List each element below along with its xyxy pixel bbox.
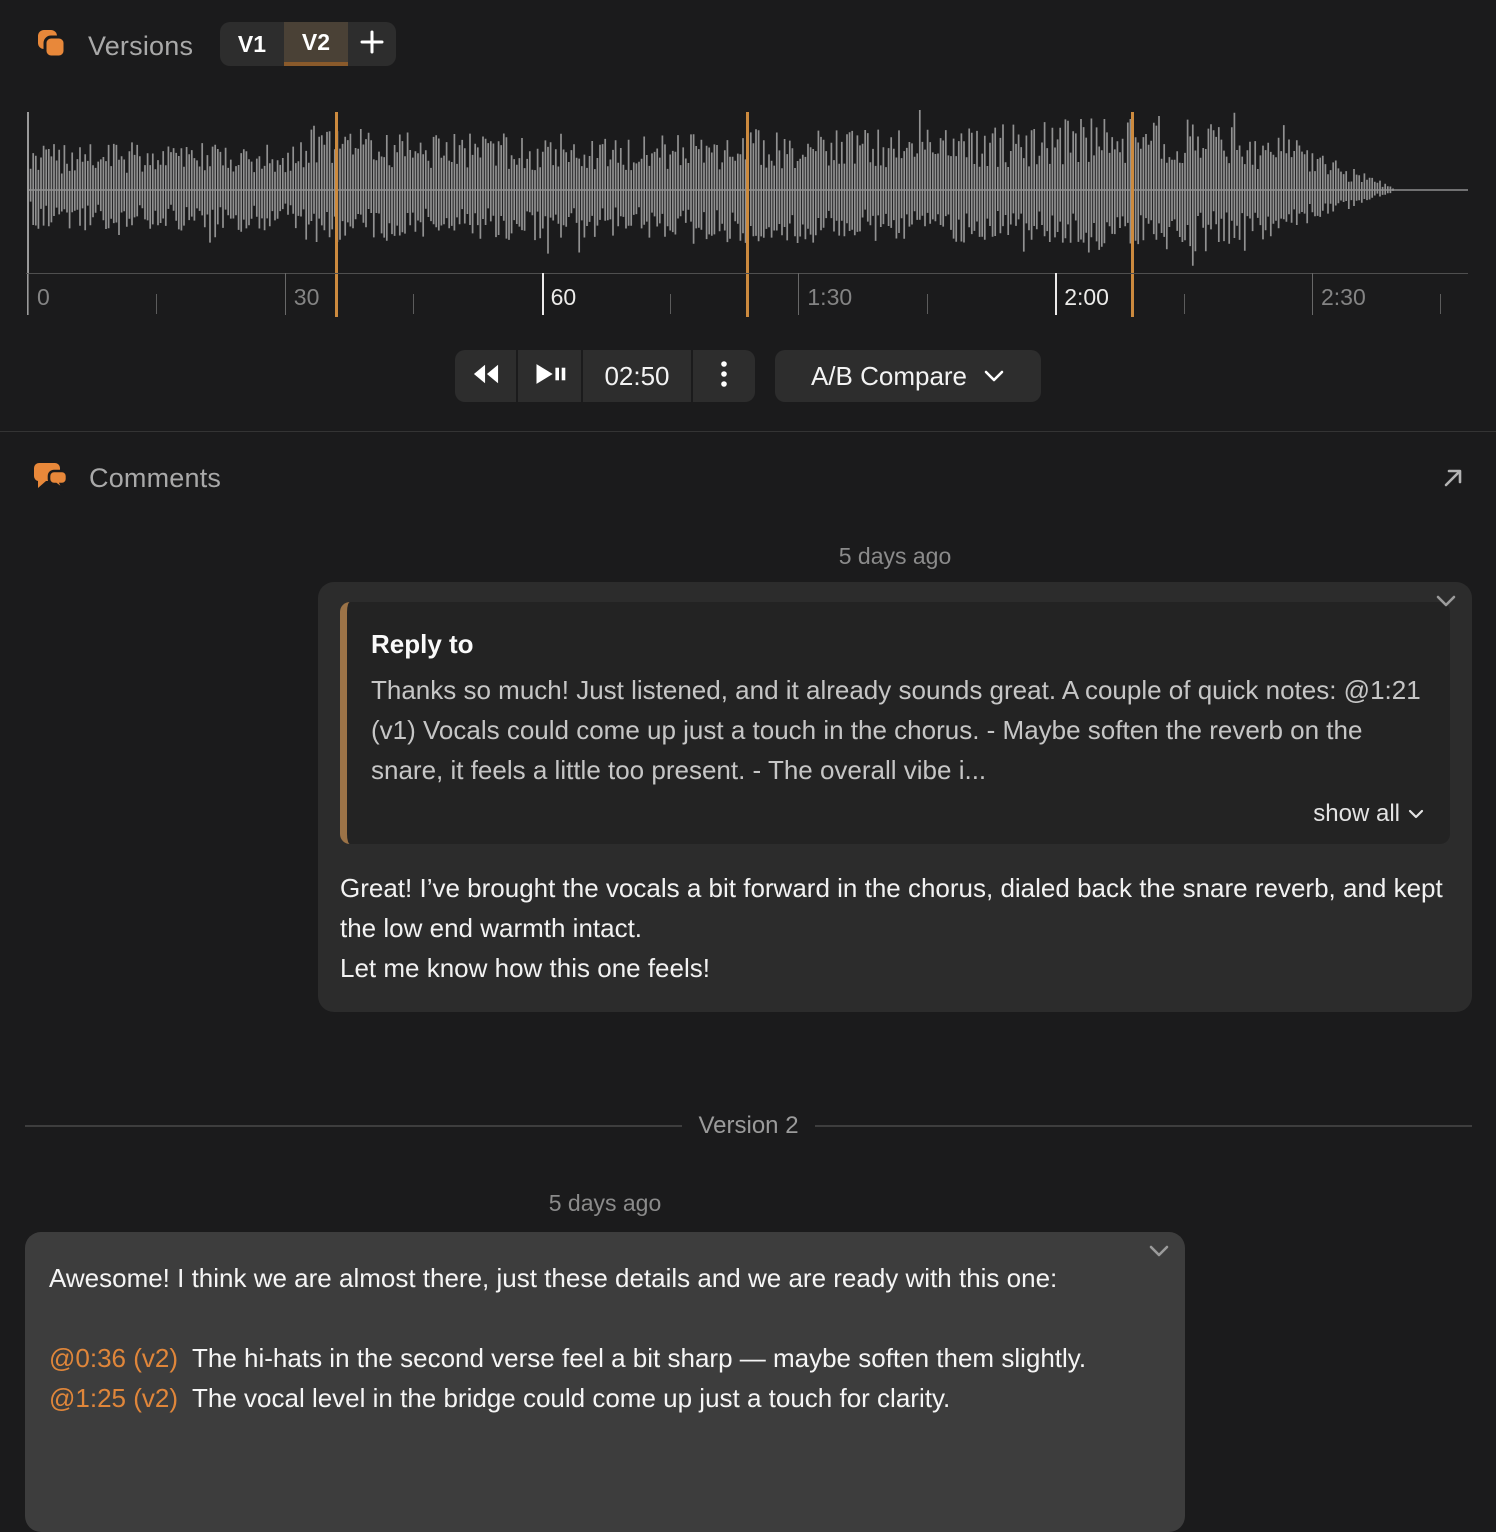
chevron-down-icon: [1147, 1244, 1171, 1260]
note-text: The hi-hats in the second verse feel a b…: [192, 1343, 1086, 1373]
ruler-tick-label: 60: [551, 284, 577, 311]
rewind-button[interactable]: [455, 350, 516, 402]
quoted-comment-text: Thanks so much! Just listened, and it al…: [371, 670, 1424, 790]
chevron-down-icon: [1434, 594, 1458, 610]
chevron-down-icon: [1408, 809, 1424, 820]
ruler-tick-label: 1:30: [807, 284, 852, 311]
ruler-tick: [285, 273, 286, 315]
add-version-button[interactable]: [348, 22, 396, 66]
ruler-tick-label: 0: [37, 284, 50, 311]
timestamp-link[interactable]: @0:36 (v2): [49, 1343, 178, 1373]
comment-intro: Awesome! I think we are almost there, ju…: [49, 1258, 1144, 1298]
version-switcher: V1 V2: [220, 22, 396, 66]
comments-header: Comments: [33, 458, 221, 499]
ab-compare-button[interactable]: A/B Compare: [775, 350, 1041, 402]
collapse-comment-button[interactable]: [1147, 1244, 1171, 1265]
comment-marker[interactable]: [335, 112, 338, 317]
plus-icon: [359, 29, 385, 60]
play-pause-icon: [532, 361, 568, 392]
ruler-tick: [28, 273, 29, 315]
ruler-minor-tick: [927, 294, 928, 314]
comment-body-line: Let me know how this one feels!: [340, 948, 1450, 988]
section-divider: [0, 431, 1496, 432]
ruler-minor-tick: [413, 294, 414, 314]
ruler-tick: [542, 273, 544, 315]
more-options-button[interactable]: [693, 350, 755, 402]
comment-card: Awesome! I think we are almost there, ju…: [25, 1232, 1185, 1532]
comment-timestamp: 5 days ago: [318, 543, 1472, 570]
tab-v2[interactable]: V2: [284, 22, 348, 66]
play-pause-button[interactable]: [518, 350, 581, 402]
version-divider: Version 2: [25, 1112, 1472, 1140]
collapse-comment-button[interactable]: [1434, 594, 1458, 615]
tab-v1[interactable]: V1: [220, 22, 284, 66]
divider-line: [25, 1125, 682, 1127]
comment-body: Great! I’ve brought the vocals a bit for…: [340, 868, 1450, 988]
comment-card: Reply to Thanks so much! Just listened, …: [318, 582, 1472, 1012]
comment-note: @0:36 (v2) The hi-hats in the second vers…: [49, 1338, 1144, 1378]
ruler-minor-tick: [670, 294, 671, 314]
quoted-comment: Reply to Thanks so much! Just listened, …: [340, 602, 1450, 844]
waveform[interactable]: 0 30 60 1:30 2:00 2:30: [0, 100, 1496, 320]
stacked-squares-icon: [35, 27, 68, 65]
comment-marker[interactable]: [746, 112, 749, 317]
ab-compare-label: A/B Compare: [811, 361, 967, 392]
waveform-bars: [28, 110, 1393, 266]
ruler-tick: [1055, 273, 1057, 315]
ruler-tick-label: 30: [294, 284, 320, 311]
comment-note: @1:25 (v2) The vocal level in the bridge …: [49, 1378, 1144, 1418]
show-all-label: show all: [1313, 800, 1400, 828]
show-all-button[interactable]: show all: [371, 800, 1424, 828]
arrow-up-right-icon: [1440, 465, 1466, 491]
version-divider-label: Version 2: [698, 1112, 798, 1140]
timestamp-link[interactable]: @1:25 (v2): [49, 1383, 178, 1413]
chat-bubbles-icon: [33, 458, 69, 499]
comment-timestamp: 5 days ago: [25, 1190, 1185, 1217]
reply-to-label: Reply to: [371, 624, 1424, 664]
ruler-tick-label: 2:30: [1321, 284, 1366, 311]
chevron-down-icon: [983, 369, 1005, 383]
comment-marker[interactable]: [1131, 112, 1134, 317]
versions-header: Versions: [35, 22, 193, 70]
ruler-tick: [1312, 273, 1313, 315]
versions-title: Versions: [88, 31, 193, 62]
timeline-ruler: [26, 273, 1468, 274]
spacer: [49, 1298, 1161, 1338]
time-display: 02:50: [583, 350, 691, 402]
divider-line: [815, 1125, 1472, 1127]
ruler-minor-tick: [156, 294, 157, 314]
ruler-tick: [798, 273, 799, 315]
ruler-minor-tick: [1440, 294, 1441, 314]
transport-controls: 02:50: [455, 350, 755, 402]
ruler-minor-tick: [1184, 294, 1185, 314]
rewind-icon: [471, 361, 501, 392]
note-text: The vocal level in the bridge could come…: [192, 1383, 950, 1413]
comment-body-line: Great! I’ve brought the vocals a bit for…: [340, 868, 1450, 948]
kebab-menu-icon: [711, 359, 737, 394]
ruler-tick-label: 2:00: [1064, 284, 1109, 311]
expand-comments-button[interactable]: [1438, 463, 1468, 493]
comments-title: Comments: [89, 463, 221, 494]
